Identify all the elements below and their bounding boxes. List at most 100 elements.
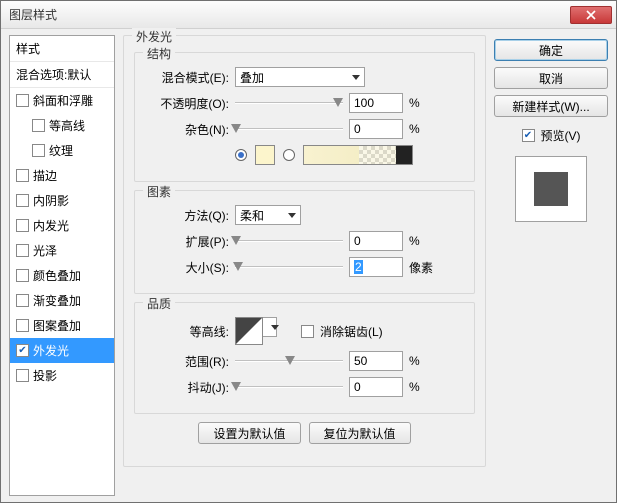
method-label: 方法(Q): [145,207,229,224]
opacity-input[interactable]: 100 [349,93,403,113]
gradient-radio[interactable] [283,149,295,161]
chevron-down-icon [271,325,279,330]
spread-slider[interactable] [235,232,343,250]
style-item-checkbox[interactable] [16,94,29,107]
set-default-button[interactable]: 设置为默认值 [198,422,300,444]
style-item[interactable]: 内发光 [10,213,114,238]
outer-glow-group: 外发光 结构 混合模式(E): 叠加 不透明度(O): 100 % [123,35,486,467]
style-item-checkbox[interactable] [16,244,29,257]
contour-thumb [235,317,263,345]
preview-box [515,156,587,222]
ok-button[interactable]: 确定 [494,39,608,61]
style-item[interactable]: 纹理 [10,138,114,163]
color-swatch[interactable] [255,145,275,165]
style-item-checkbox[interactable] [16,344,29,357]
range-slider[interactable] [235,352,343,370]
style-item-label: 外发光 [33,342,69,359]
structure-legend: 结构 [143,45,175,62]
jitter-slider[interactable] [235,378,343,396]
style-item-label: 渐变叠加 [33,292,81,309]
size-slider[interactable] [235,258,343,276]
style-item[interactable]: 外发光 [10,338,114,363]
antialias-checkbox[interactable] [301,325,314,338]
style-item[interactable]: 颜色叠加 [10,263,114,288]
size-label: 大小(S): [145,259,229,276]
style-item-checkbox[interactable] [16,169,29,182]
preview-swatch [534,172,568,206]
noise-label: 杂色(N): [145,121,229,138]
quality-legend: 品质 [143,295,175,312]
reset-default-button[interactable]: 复位为默认值 [309,422,411,444]
color-radio[interactable] [235,149,247,161]
style-item-label: 图案叠加 [33,317,81,334]
noise-unit: % [409,122,435,136]
quality-group: 品质 等高线: 消除锯齿(L) 范围(R): 5 [134,302,475,414]
noise-slider[interactable] [235,120,343,138]
styles-list: 样式 混合选项:默认 斜面和浮雕等高线纹理描边内阴影内发光光泽颜色叠加渐变叠加图… [9,35,115,496]
style-item[interactable]: 等高线 [10,113,114,138]
opacity-unit: % [409,96,435,110]
style-item-checkbox[interactable] [16,269,29,282]
jitter-unit: % [409,380,435,394]
style-item[interactable]: 图案叠加 [10,313,114,338]
style-item-label: 颜色叠加 [33,267,81,284]
spread-input[interactable]: 0 [349,231,403,251]
size-input[interactable]: 2 [349,257,403,277]
jitter-label: 抖动(J): [145,379,229,396]
window-title: 图层样式 [9,6,570,23]
style-item-checkbox[interactable] [32,144,45,157]
center-panel: 外发光 结构 混合模式(E): 叠加 不透明度(O): 100 % [123,35,486,496]
spread-unit: % [409,234,435,248]
blend-mode-label: 混合模式(E): [145,69,229,86]
layer-style-dialog: 图层样式 样式 混合选项:默认 斜面和浮雕等高线纹理描边内阴影内发光光泽颜色叠加… [0,0,617,503]
size-unit: 像素 [409,259,435,276]
method-select[interactable]: 柔和 [235,205,301,225]
opacity-label: 不透明度(O): [145,95,229,112]
style-item[interactable]: 投影 [10,363,114,388]
new-style-button[interactable]: 新建样式(W)... [494,95,608,117]
gradient-swatch[interactable] [303,145,413,165]
close-icon [586,10,596,20]
outer-glow-legend: 外发光 [132,28,176,45]
noise-input[interactable]: 0 [349,119,403,139]
style-item-checkbox[interactable] [16,294,29,307]
preview-checkbox[interactable] [522,129,535,142]
style-item-label: 等高线 [49,117,85,134]
right-panel: 确定 取消 新建样式(W)... 预览(V) [494,35,608,496]
style-item-checkbox[interactable] [16,219,29,232]
titlebar[interactable]: 图层样式 [1,1,616,29]
range-label: 范围(R): [145,353,229,370]
elements-group: 图素 方法(Q): 柔和 扩展(P): 0 % 大小(S): [134,190,475,294]
style-item-label: 斜面和浮雕 [33,92,93,109]
style-item[interactable]: 渐变叠加 [10,288,114,313]
spread-label: 扩展(P): [145,233,229,250]
style-item[interactable]: 斜面和浮雕 [10,88,114,113]
contour-label: 等高线: [145,323,229,340]
structure-group: 结构 混合模式(E): 叠加 不透明度(O): 100 % 杂色 [134,52,475,182]
style-item-label: 内发光 [33,217,69,234]
range-input[interactable]: 50 [349,351,403,371]
style-item[interactable]: 描边 [10,163,114,188]
chevron-down-icon [352,75,360,80]
blend-mode-select[interactable]: 叠加 [235,67,365,87]
blend-options-header[interactable]: 混合选项:默认 [10,62,114,88]
style-item-checkbox[interactable] [16,369,29,382]
style-item-checkbox[interactable] [32,119,45,132]
style-item-checkbox[interactable] [16,194,29,207]
jitter-input[interactable]: 0 [349,377,403,397]
style-item-checkbox[interactable] [16,319,29,332]
style-item[interactable]: 光泽 [10,238,114,263]
style-item-label: 内阴影 [33,192,69,209]
close-button[interactable] [570,6,612,24]
style-item-label: 描边 [33,167,57,184]
opacity-slider[interactable] [235,94,343,112]
contour-picker[interactable] [235,317,277,345]
style-item-label: 投影 [33,367,57,384]
styles-header[interactable]: 样式 [10,36,114,62]
elements-legend: 图素 [143,183,175,200]
style-item-label: 纹理 [49,142,73,159]
style-item[interactable]: 内阴影 [10,188,114,213]
chevron-down-icon [288,213,296,218]
preview-label: 预览(V) [541,127,581,144]
cancel-button[interactable]: 取消 [494,67,608,89]
